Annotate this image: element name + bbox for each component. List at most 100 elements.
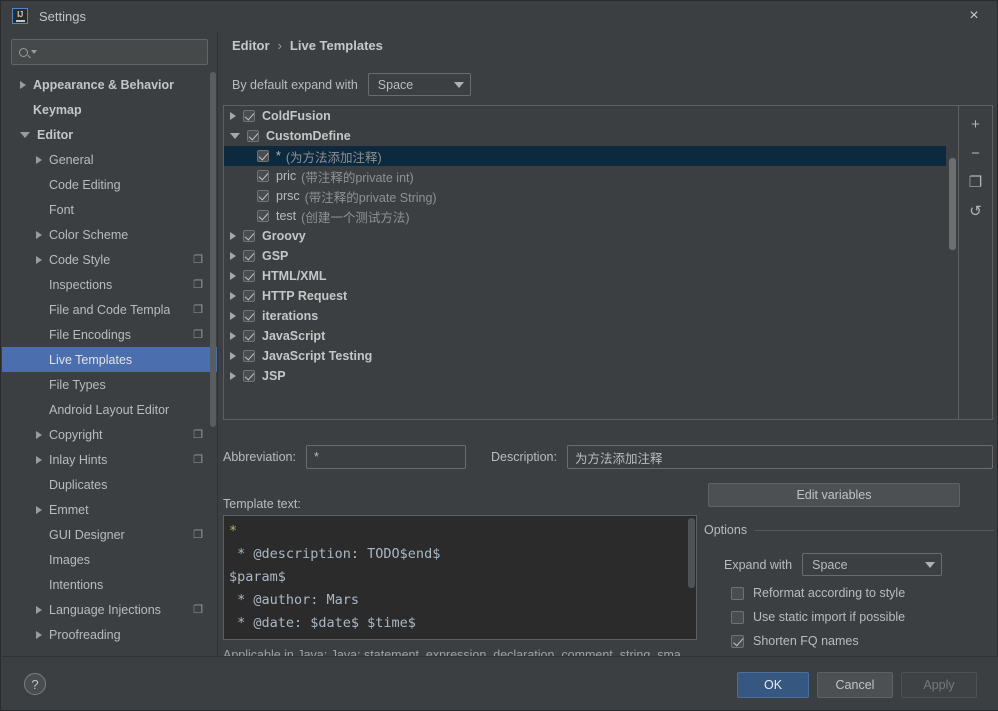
default-expand-select[interactable]: Space	[367, 73, 471, 96]
option-checkbox[interactable]	[731, 586, 744, 600]
template-row[interactable]: Groovy	[224, 226, 946, 246]
sidebar-item-proofreading[interactable]: Proofreading	[2, 622, 217, 647]
template-tree[interactable]: ColdFusion CustomDefine * (为方法添加注释) pric (带注释…	[224, 106, 946, 419]
chevron-down-icon[interactable]	[20, 131, 30, 138]
template-text-scrollbar[interactable]	[687, 516, 696, 639]
chevron-right-icon[interactable]	[230, 232, 236, 240]
chevron-right-icon[interactable]	[36, 605, 42, 614]
sidebar-item-emmet[interactable]: Emmet	[2, 497, 217, 522]
option-checkbox-row[interactable]: Reformat according to style	[704, 586, 994, 600]
chevron-right-icon[interactable]	[230, 252, 236, 260]
sidebar-item-textmate-bundles[interactable]: TextMate Bundles	[2, 647, 217, 655]
edit-variables-button[interactable]: Edit variables	[708, 483, 960, 507]
sidebar-item-language-injections[interactable]: Language Injections ❐	[2, 597, 217, 622]
sidebar-item-gui-designer[interactable]: GUI Designer ❐	[2, 522, 217, 547]
template-checkbox[interactable]	[243, 370, 255, 382]
sidebar-item-inlay-hints[interactable]: Inlay Hints ❐	[2, 447, 217, 472]
chevron-right-icon[interactable]	[36, 630, 42, 639]
sidebar-tree[interactable]: Appearance & Behavior Keymap Editor General…	[2, 72, 217, 654]
sidebar-item-images[interactable]: Images	[2, 547, 217, 572]
option-checkbox-row[interactable]: Shorten FQ names	[704, 634, 994, 648]
chevron-right-icon[interactable]	[230, 272, 236, 280]
sidebar-item-code-editing[interactable]: Code Editing	[2, 172, 217, 197]
ok-button[interactable]: OK	[737, 672, 809, 698]
chevron-down-icon[interactable]	[230, 133, 240, 139]
template-row[interactable]: iterations	[224, 306, 946, 326]
chevron-right-icon[interactable]	[36, 155, 42, 164]
help-icon[interactable]: ?	[24, 673, 46, 695]
template-checkbox[interactable]	[257, 210, 269, 222]
duplicate-template-button[interactable]: ❐	[964, 171, 988, 193]
template-checkbox[interactable]	[243, 250, 255, 262]
breadcrumb-parent[interactable]: Editor	[232, 38, 270, 53]
chevron-right-icon[interactable]	[36, 255, 42, 264]
remove-template-button[interactable]: −	[964, 142, 988, 164]
template-row[interactable]: JavaScript Testing	[224, 346, 946, 366]
sidebar-item-live-templates[interactable]: Live Templates	[2, 347, 217, 372]
template-checkbox[interactable]	[257, 190, 269, 202]
sidebar-item-file-encodings[interactable]: File Encodings ❐	[2, 322, 217, 347]
cancel-button[interactable]: Cancel	[817, 672, 893, 698]
add-template-button[interactable]: +	[964, 113, 988, 135]
template-checkbox[interactable]	[243, 350, 255, 362]
description-input[interactable]: 为方法添加注释	[566, 445, 993, 469]
close-icon[interactable]: ×	[961, 4, 987, 28]
template-tree-scrollbar-thumb[interactable]	[949, 158, 956, 250]
chevron-right-icon[interactable]	[230, 372, 236, 380]
chevron-right-icon[interactable]	[230, 312, 236, 320]
revert-template-button[interactable]: ↺	[964, 200, 988, 222]
abbreviation-input[interactable]: *	[305, 445, 466, 469]
expand-with-select[interactable]: Space	[802, 553, 943, 576]
template-checkbox[interactable]	[243, 310, 255, 322]
search-input[interactable]	[37, 45, 207, 59]
template-checkbox[interactable]	[243, 230, 255, 242]
template-row[interactable]: JavaScript	[224, 326, 946, 346]
sidebar-item-appearance-behavior[interactable]: Appearance & Behavior	[2, 72, 217, 97]
template-row[interactable]: HTML/XML	[224, 266, 946, 286]
chevron-right-icon[interactable]	[230, 352, 236, 360]
chevron-right-icon[interactable]	[36, 430, 42, 439]
sidebar-item-file-types[interactable]: File Types	[2, 372, 217, 397]
chevron-right-icon[interactable]	[230, 112, 236, 120]
template-row[interactable]: JSP	[224, 366, 946, 386]
chevron-right-icon[interactable]	[36, 230, 42, 239]
template-checkbox[interactable]	[243, 330, 255, 342]
sidebar-item-intentions[interactable]: Intentions	[2, 572, 217, 597]
search-field[interactable]	[11, 39, 208, 65]
sidebar-item-file-and-code-templa[interactable]: File and Code Templa ❐	[2, 297, 217, 322]
template-row[interactable]: GSP	[224, 246, 946, 266]
template-text-content[interactable]: * * @description: TODO$end$ $param$ * @au…	[224, 516, 687, 639]
template-row[interactable]: HTTP Request	[224, 286, 946, 306]
sidebar-item-android-layout-editor[interactable]: Android Layout Editor	[2, 397, 217, 422]
template-row[interactable]: ColdFusion	[224, 106, 946, 126]
sidebar-item-color-scheme[interactable]: Color Scheme	[2, 222, 217, 247]
chevron-right-icon[interactable]	[20, 80, 26, 89]
option-checkbox[interactable]	[731, 634, 744, 648]
template-checkbox[interactable]	[243, 290, 255, 302]
template-row[interactable]: pric (带注释的private int)	[224, 166, 946, 186]
apply-button[interactable]: Apply	[901, 672, 977, 698]
sidebar-item-general[interactable]: General	[2, 147, 217, 172]
sidebar-item-code-style[interactable]: Code Style ❐	[2, 247, 217, 272]
template-tree-scrollbar[interactable]	[946, 106, 958, 419]
sidebar-item-inspections[interactable]: Inspections ❐	[2, 272, 217, 297]
sidebar-item-copyright[interactable]: Copyright ❐	[2, 422, 217, 447]
option-checkbox[interactable]	[731, 610, 744, 624]
sidebar-item-font[interactable]: Font	[2, 197, 217, 222]
sidebar-item-keymap[interactable]: Keymap	[2, 97, 217, 122]
template-row[interactable]: CustomDefine	[224, 126, 946, 146]
option-checkbox-row[interactable]: Use static import if possible	[704, 610, 994, 624]
sidebar-scrollbar-thumb[interactable]	[210, 72, 216, 427]
chevron-right-icon[interactable]	[230, 332, 236, 340]
template-checkbox[interactable]	[257, 170, 269, 182]
template-text-editor[interactable]: * * @description: TODO$end$ $param$ * @au…	[223, 515, 697, 640]
chevron-right-icon[interactable]	[36, 455, 42, 464]
chevron-right-icon[interactable]	[36, 505, 42, 514]
template-checkbox[interactable]	[247, 130, 259, 142]
sidebar-item-editor[interactable]: Editor	[2, 122, 217, 147]
sidebar-item-duplicates[interactable]: Duplicates	[2, 472, 217, 497]
template-checkbox[interactable]	[257, 150, 269, 162]
template-row[interactable]: * (为方法添加注释)	[224, 146, 946, 166]
template-checkbox[interactable]	[243, 270, 255, 282]
template-checkbox[interactable]	[243, 110, 255, 122]
